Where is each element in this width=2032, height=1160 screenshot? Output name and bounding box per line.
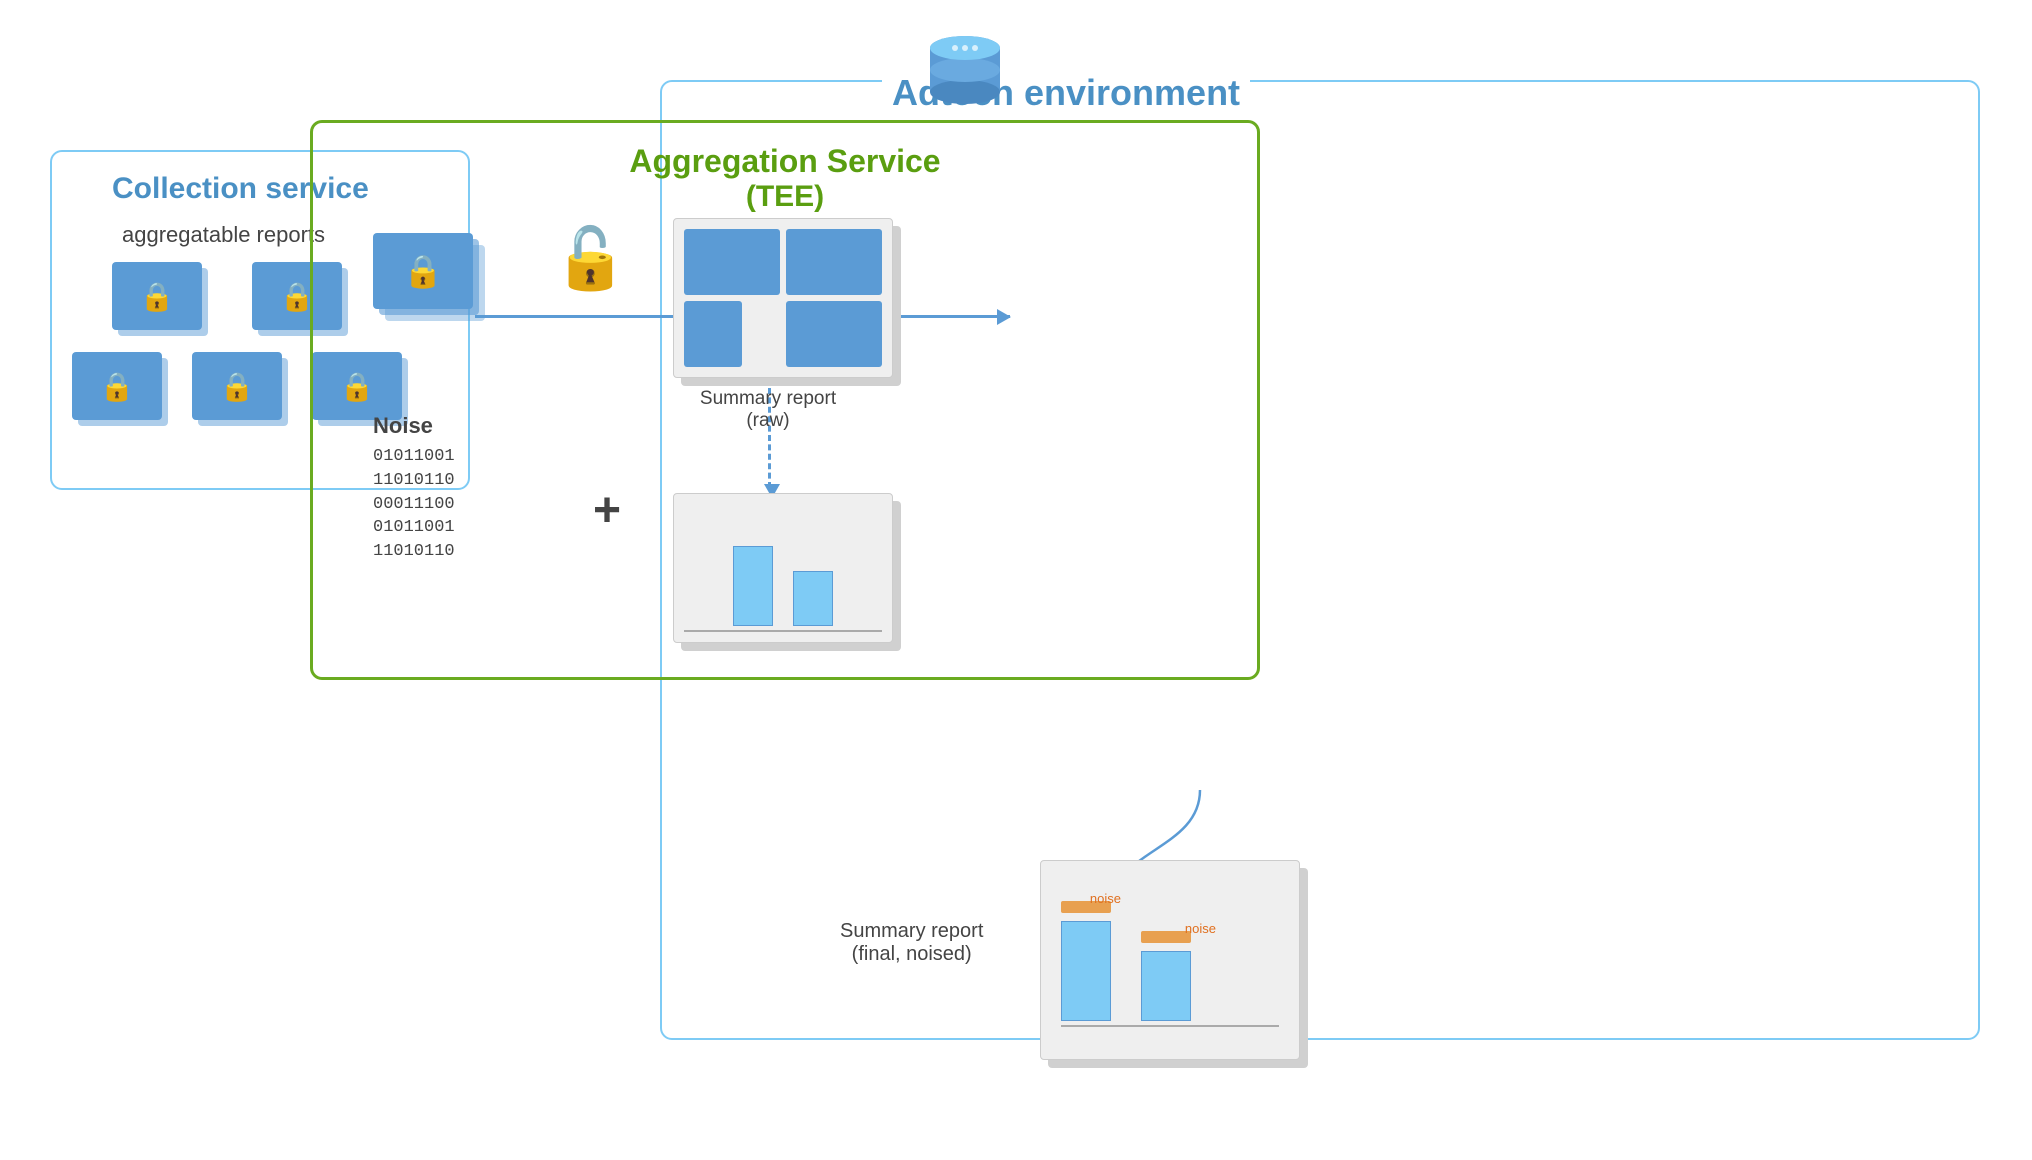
noise-tag1: noise bbox=[1090, 891, 1121, 906]
plus-sign: + bbox=[593, 483, 621, 538]
aggregation-service-box: Aggregation Service (TEE) 🔒 🔓 bbox=[310, 120, 1260, 680]
unlock-icon: 🔓 bbox=[553, 223, 628, 294]
grid-report bbox=[673, 218, 893, 378]
noise-tag2: noise bbox=[1185, 921, 1216, 936]
noise-section: Noise 01011001 11010110 00011100 0101100… bbox=[373, 413, 455, 564]
diagram: Adtech environment Collection service ag… bbox=[20, 20, 2010, 1140]
summary-report-raw-label: Summary report (raw) bbox=[653, 388, 883, 432]
aggregation-label: Aggregation Service bbox=[313, 143, 1257, 180]
noise-code: 01011001 11010110 00011100 01011001 1101… bbox=[373, 445, 455, 564]
final-chart-card: noise noise bbox=[1040, 860, 1300, 1060]
aggregatable-reports-label: aggregatable reports bbox=[122, 222, 325, 248]
database-icon bbox=[920, 30, 1010, 125]
noise-label: Noise bbox=[373, 413, 455, 439]
raw-chart-card bbox=[673, 493, 893, 643]
summary-report-final-label: Summary report (final, noised) bbox=[840, 920, 983, 966]
aggregation-sublabel: (TEE) bbox=[313, 180, 1257, 214]
